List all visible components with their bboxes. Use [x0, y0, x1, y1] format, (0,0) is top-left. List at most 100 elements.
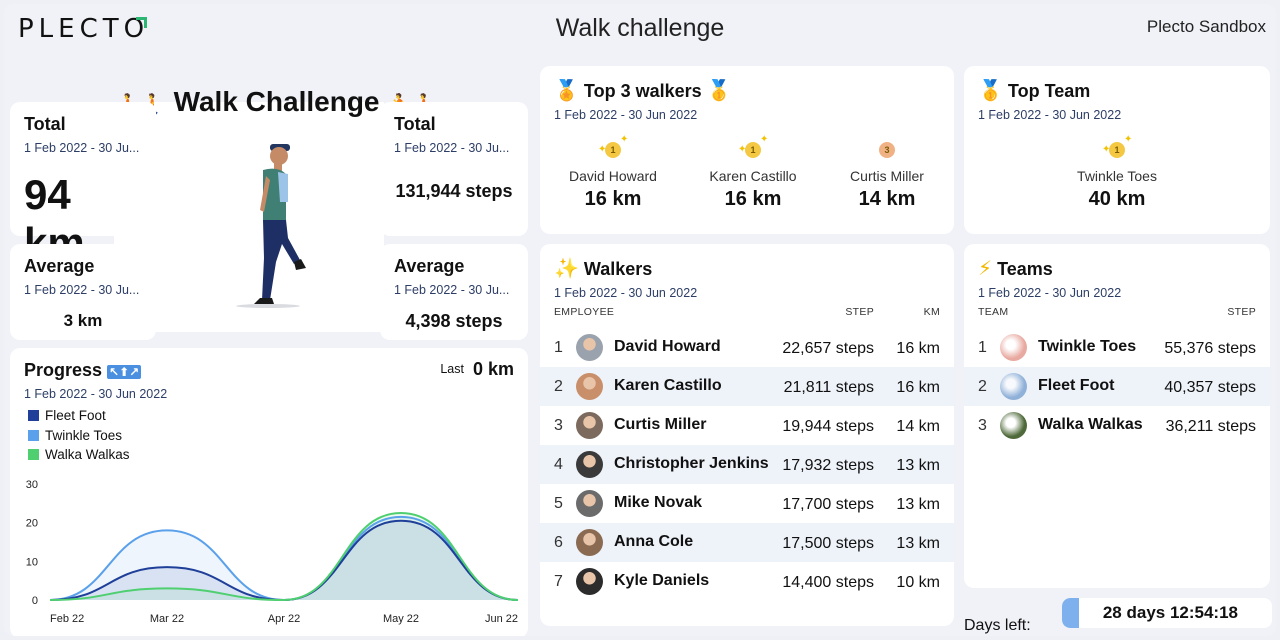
progress-title: Progress — [24, 360, 103, 380]
podium-item[interactable]: 1 ✦ ✦ Karen Castillo 16 km — [686, 134, 820, 211]
legend-swatch — [28, 429, 39, 441]
podium-name: Curtis Miller — [850, 168, 924, 184]
table-row[interactable]: 6 Anna Cole 17,500 steps 13 km — [540, 523, 954, 562]
dashboard-title: Walk challenge — [555, 14, 725, 42]
legend-item[interactable]: Twinkle Toes — [28, 426, 130, 446]
row-rank: 7 — [554, 573, 563, 590]
column-km[interactable]: KM — [924, 306, 940, 318]
avatar[interactable] — [1000, 334, 1027, 361]
x-tick-label: Jun 22 — [485, 613, 518, 625]
row-name: Curtis Miller — [614, 416, 707, 433]
y-tick-label: 10 — [26, 556, 38, 568]
top-team-card[interactable]: 🥇 Top Team 1 Feb 2022 - 30 Jun 2022 1 ✦ ✦… — [964, 66, 1270, 234]
gold-medal-icon: 1 ✦ ✦ — [738, 134, 768, 160]
card-title: Total — [24, 114, 66, 134]
row-km: 13 km — [896, 535, 940, 552]
row-rank: 1 — [978, 339, 987, 356]
row-name: David Howard — [614, 338, 721, 355]
table-row[interactable]: 4 Christopher Jenkins 17,932 steps 13 km — [540, 445, 954, 484]
dashboard: PLECTO Walk challenge Plecto Sandbox 🚶🚶 … — [4, 4, 1276, 636]
row-steps: 17,932 steps — [782, 457, 874, 474]
last-value: 0 km — [472, 359, 514, 379]
account-name[interactable]: Plecto Sandbox — [1147, 17, 1266, 37]
table-row[interactable]: 7 Kyle Daniels 14,400 steps 10 km — [540, 562, 954, 601]
avatar[interactable] — [1000, 373, 1027, 400]
avatar[interactable] — [576, 451, 603, 478]
column-team[interactable]: TEAM — [978, 306, 1008, 318]
avatar[interactable] — [576, 568, 603, 595]
average-steps-card[interactable]: Average 1 Feb 2022 - 30 Ju... 4,398 step… — [380, 244, 528, 340]
avatar[interactable] — [576, 412, 603, 439]
average-km-card[interactable]: Average 1 Feb 2022 - 30 Ju... 3 km — [10, 244, 156, 340]
gold-medal-icon: 🥇 — [978, 78, 1003, 102]
row-rank: 6 — [554, 534, 563, 551]
row-rank: 2 — [554, 378, 563, 395]
row-rank: 2 — [978, 378, 987, 395]
legend-swatch — [28, 410, 39, 422]
teams-title: Teams — [997, 259, 1053, 279]
row-rank: 5 — [554, 495, 563, 512]
card-title: Average — [394, 256, 465, 276]
podium-value: 14 km — [858, 188, 916, 210]
table-row[interactable]: 5 Mike Novak 17,700 steps 13 km — [540, 484, 954, 523]
row-name: Fleet Foot — [1038, 377, 1115, 394]
avatar[interactable] — [576, 373, 603, 400]
avatar[interactable] — [576, 334, 603, 361]
row-steps: 55,376 steps — [1164, 340, 1256, 357]
table-row[interactable]: 1 David Howard 22,657 steps 16 km — [540, 328, 954, 367]
row-steps: 40,357 steps — [1164, 379, 1256, 396]
card-period: 1 Feb 2022 - 30 Ju... — [394, 283, 510, 297]
top-team-value: 40 km — [1088, 188, 1146, 210]
avatar[interactable] — [1000, 412, 1027, 439]
podium-item[interactable]: 1 ✦ ✦ David Howard 16 km — [540, 134, 686, 211]
teams-period: 1 Feb 2022 - 30 Jun 2022 — [978, 286, 1122, 300]
row-km: 16 km — [896, 379, 940, 396]
top-team-period: 1 Feb 2022 - 30 Jun 2022 — [978, 108, 1122, 122]
podium-item[interactable]: 3 Curtis Miller 14 km — [820, 138, 954, 211]
total-km-card[interactable]: Total 1 Feb 2022 - 30 Ju... 94 km — [10, 102, 156, 266]
bronze-medal-icon: 3 — [872, 138, 902, 160]
avatar[interactable] — [576, 529, 603, 556]
card-period: 1 Feb 2022 - 30 Ju... — [24, 283, 140, 297]
walkers-card[interactable]: ✨ Walkers 1 Feb 2022 - 30 Jun 2022 EMPLO… — [540, 244, 954, 626]
row-rank: 1 — [554, 339, 563, 356]
legend-item[interactable]: Walka Walkas — [28, 445, 130, 465]
row-steps: 14,400 steps — [782, 574, 874, 591]
row-km: 10 km — [896, 574, 940, 591]
row-steps: 17,500 steps — [782, 535, 874, 552]
last-label: Last — [440, 362, 464, 376]
row-rank: 3 — [554, 417, 563, 434]
teams-card[interactable]: ⚡ Teams 1 Feb 2022 - 30 Jun 2022 TEAM ST… — [964, 244, 1270, 588]
podium-name: David Howard — [569, 168, 657, 184]
x-tick-label: Feb 22 — [50, 613, 84, 625]
chart-legend: Fleet Foot Twinkle Toes Walka Walkas — [28, 406, 130, 465]
table-row[interactable]: 2 Fleet Foot 40,357 steps — [964, 367, 1270, 406]
lightning-icon: ⚡ — [978, 256, 993, 280]
legend-item[interactable]: Fleet Foot — [28, 406, 130, 426]
days-left-label: Days left: — [964, 617, 1031, 634]
row-name: Mike Novak — [614, 494, 703, 511]
column-step[interactable]: STEP — [845, 306, 874, 318]
progress-chart[interactable]: 0 10 20 30 Feb 22 Mar 22 Apr 22 May 22 Jun 22 — [10, 476, 528, 636]
table-row[interactable]: 2 Karen Castillo 21,811 steps 16 km — [540, 367, 954, 406]
top3-walkers-card[interactable]: 🏅 Top 3 walkers 🥇 1 Feb 2022 - 30 Jun 20… — [540, 66, 954, 234]
row-steps: 19,944 steps — [782, 418, 874, 435]
column-step[interactable]: STEP — [1227, 306, 1256, 318]
countdown-value: 28 days 12:54:18 — [1102, 603, 1238, 622]
card-title: Average — [24, 256, 95, 276]
column-employee[interactable]: EMPLOYEE — [554, 306, 614, 318]
table-row[interactable]: 3 Walka Walkas 36,211 steps — [964, 406, 1270, 445]
top-team-item[interactable]: 1 ✦ ✦ Twinkle Toes 40 km — [964, 134, 1270, 211]
row-name: Karen Castillo — [614, 377, 722, 394]
row-rank: 4 — [554, 456, 563, 473]
avatar[interactable] — [576, 490, 603, 517]
total-steps-value: 131,944 steps — [395, 181, 513, 201]
average-km-value: 3 km — [63, 311, 103, 330]
countdown-widget: 28 days 12:54:18 — [1062, 598, 1272, 628]
table-row[interactable]: 1 Twinkle Toes 55,376 steps — [964, 328, 1270, 367]
top-bar: PLECTO Walk challenge Plecto Sandbox — [4, 4, 1276, 56]
progress-card[interactable]: Progress ↖⬆↗ 1 Feb 2022 - 30 Jun 2022 La… — [10, 348, 528, 636]
total-steps-card[interactable]: Total 1 Feb 2022 - 30 Ju... 131,944 step… — [380, 102, 528, 236]
row-km: 16 km — [896, 340, 940, 357]
table-row[interactable]: 3 Curtis Miller 19,944 steps 14 km — [540, 406, 954, 445]
